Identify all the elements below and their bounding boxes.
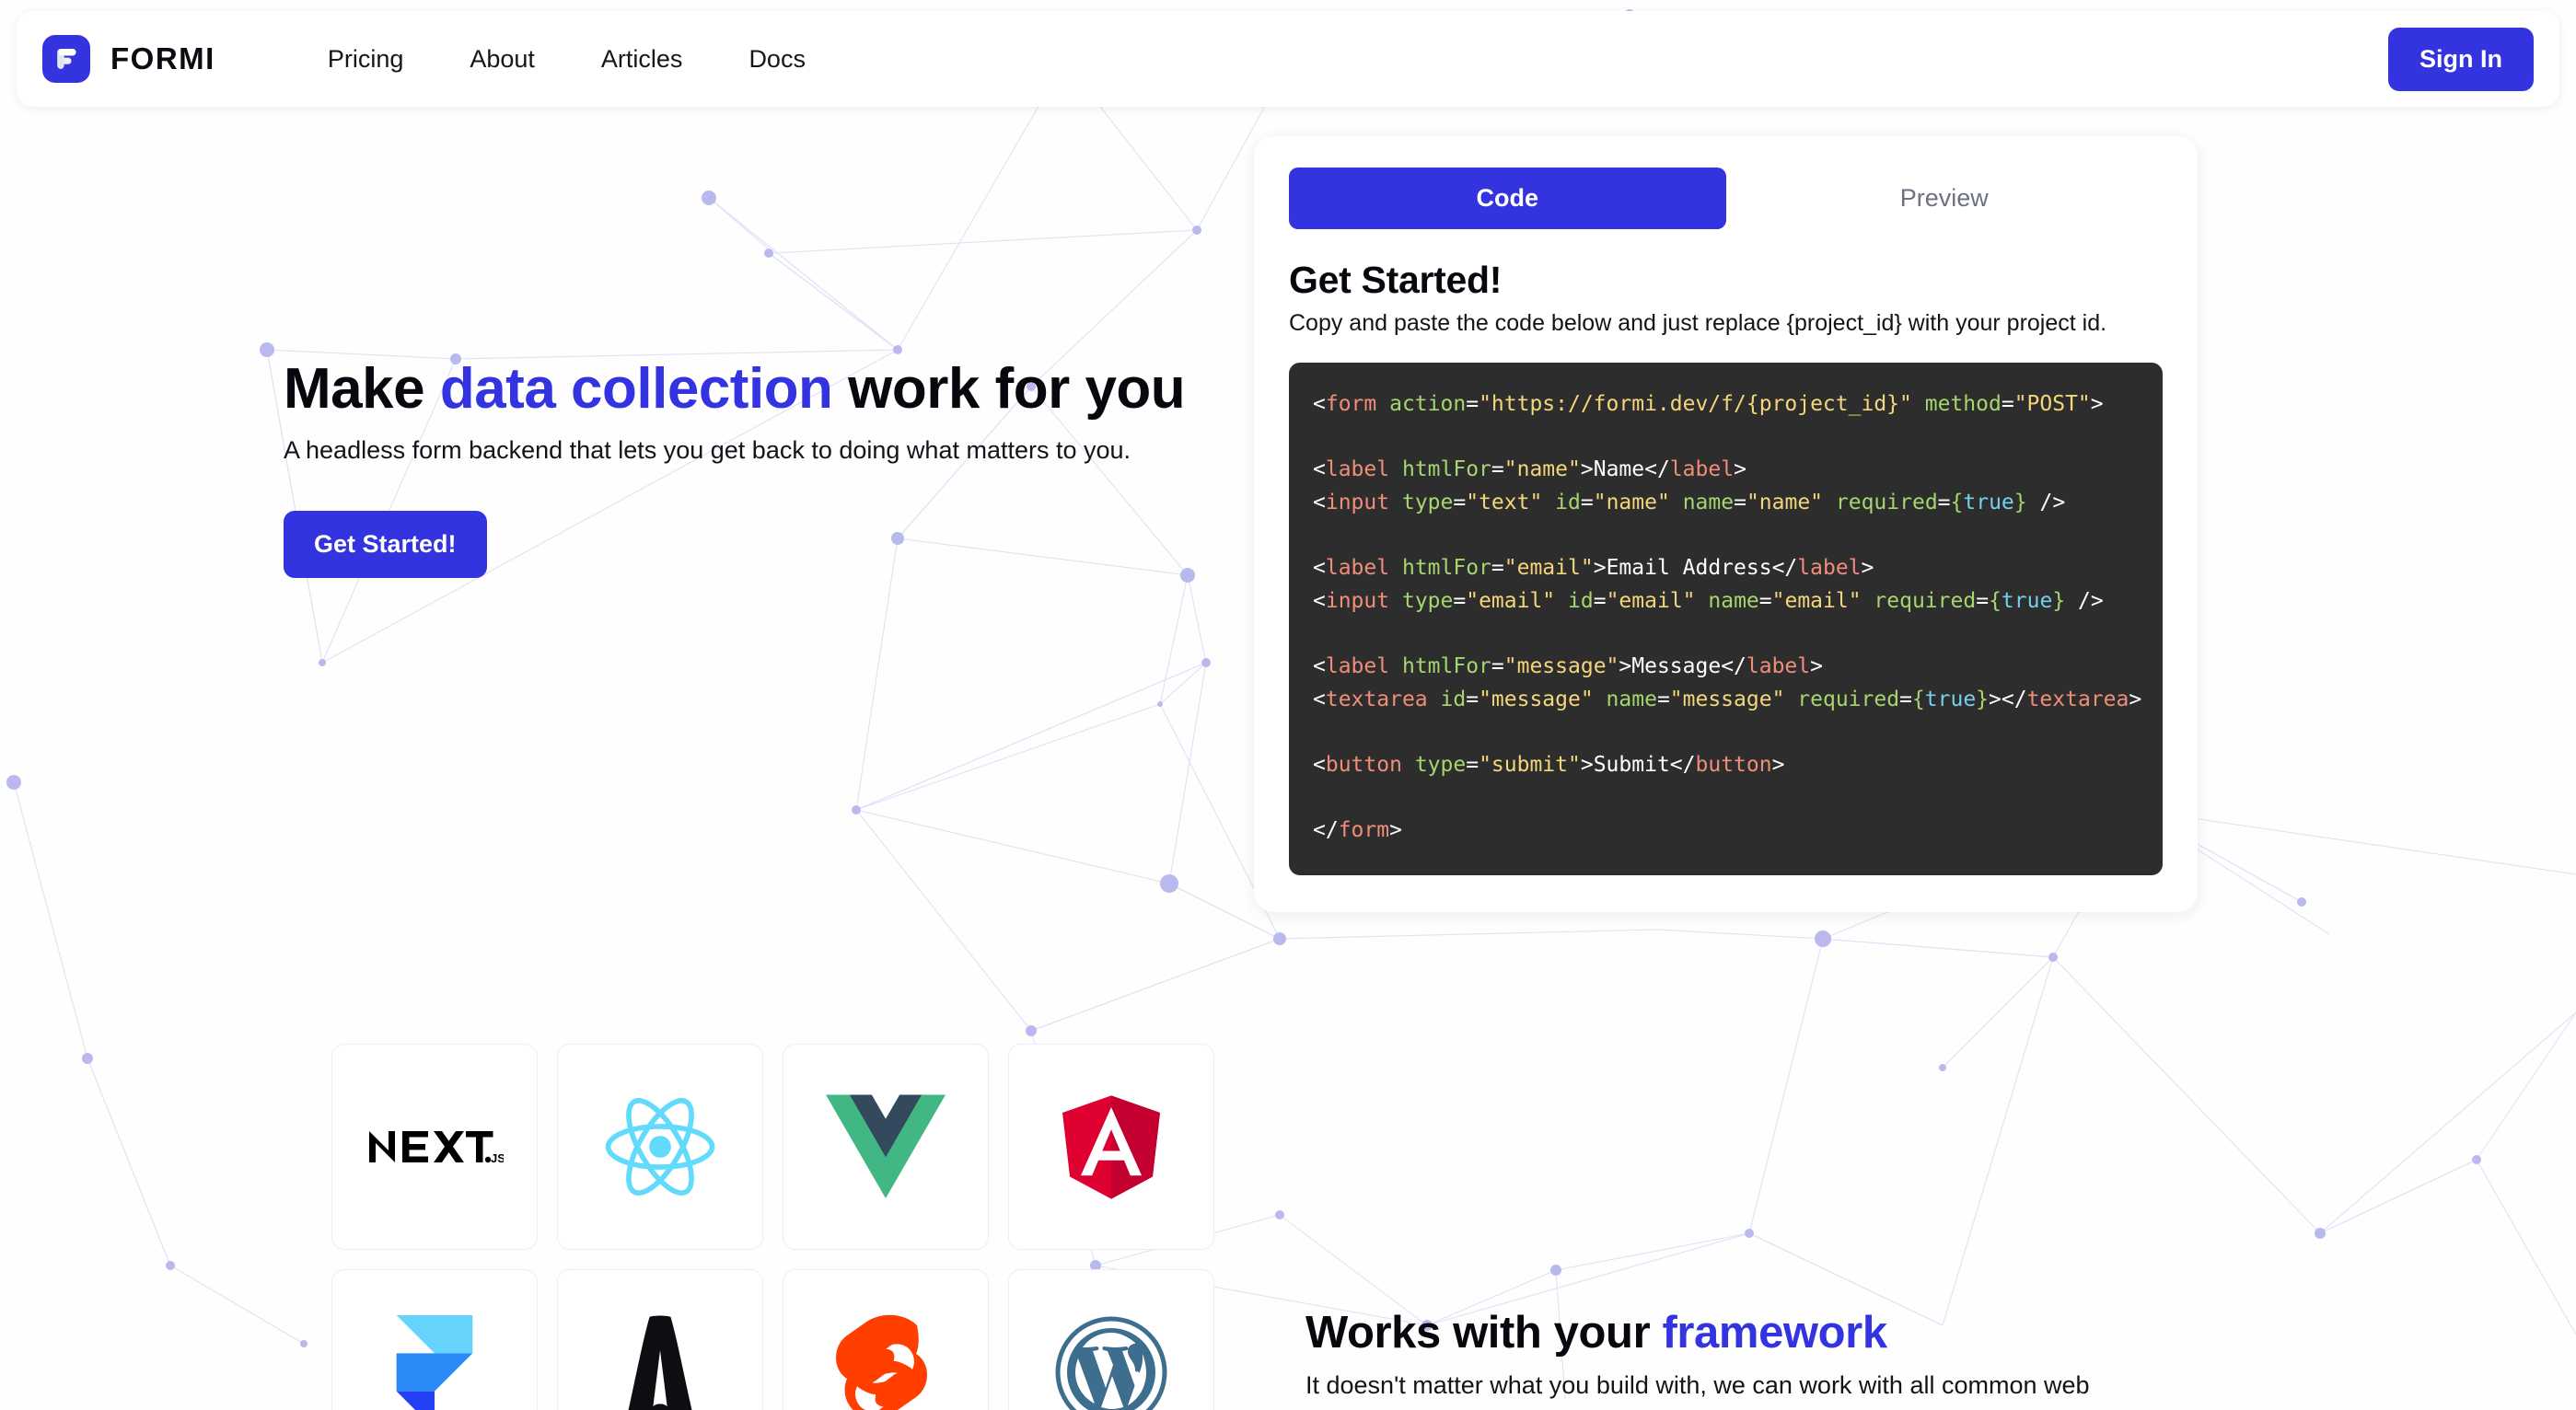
nav-link-about[interactable]: About (436, 45, 568, 74)
framework-card-wordpress[interactable] (1008, 1269, 1214, 1410)
nextjs-logo-icon: JS (366, 1126, 504, 1168)
wordpress-logo-icon (1055, 1316, 1167, 1410)
hero-title: Make data collection work for you (284, 357, 1232, 421)
framework-card-astro[interactable] (557, 1269, 763, 1410)
nav-links: Pricing About Articles Docs (295, 45, 839, 74)
nav-link-pricing[interactable]: Pricing (295, 45, 437, 74)
astro-logo-icon (616, 1315, 704, 1410)
brand-logo[interactable]: FORMI (42, 35, 215, 83)
framework-card-angular[interactable] (1008, 1044, 1214, 1250)
framework-card-vue[interactable] (783, 1044, 989, 1250)
svg-text:JS: JS (491, 1151, 504, 1165)
framework-card-svelte[interactable] (783, 1269, 989, 1410)
formi-f-logo-icon (42, 35, 90, 83)
code-preview-card: Code Preview Get Started! Copy and paste… (1254, 136, 2198, 912)
works-title-part1: Works with your (1305, 1308, 1663, 1358)
code-snippet-content: <form action="https://formi.dev/f/{proje… (1313, 392, 2142, 843)
nav-link-docs[interactable]: Docs (715, 45, 839, 74)
code-panel-description: Copy and paste the code below and just r… (1289, 310, 2107, 336)
hero-title-accent: data collection (439, 357, 833, 421)
code-preview-tabs: Code Preview (1289, 168, 2163, 229)
code-panel-heading: Get Started! (1289, 259, 1503, 301)
works-with-framework-section: Works with your framework It doesn't mat… (1305, 1307, 2364, 1400)
nav-link-articles[interactable]: Articles (568, 45, 716, 74)
hero-title-part1: Make (284, 357, 440, 421)
top-navbar: FORMI Pricing About Articles Docs Sign I… (17, 11, 2559, 107)
framework-card-react[interactable] (557, 1044, 763, 1250)
framework-card-nextjs[interactable]: JS (331, 1044, 538, 1250)
vue-logo-icon (826, 1094, 946, 1199)
react-logo-icon (598, 1091, 723, 1203)
page-root: FORMI Pricing About Articles Docs Sign I… (0, 0, 2576, 1410)
code-snippet[interactable]: <form action="https://formi.dev/f/{proje… (1289, 363, 2163, 875)
tab-code[interactable]: Code (1289, 168, 1726, 229)
works-title: Works with your framework (1305, 1307, 2364, 1358)
framer-logo-icon (395, 1315, 474, 1410)
framework-card-framer[interactable] (331, 1269, 538, 1410)
brand-name: FORMI (110, 41, 215, 75)
hero-section: Make data collection work for you A head… (284, 357, 1232, 578)
angular-logo-icon (1062, 1094, 1160, 1199)
framework-logo-grid: JS (331, 1044, 1214, 1410)
svelte-logo-icon (836, 1314, 935, 1410)
sign-in-button[interactable]: Sign In (2388, 27, 2534, 91)
get-started-button[interactable]: Get Started! (284, 510, 487, 578)
works-description: It doesn't matter what you build with, w… (1305, 1371, 2090, 1399)
hero-title-part2: work for you (832, 357, 1186, 421)
hero-subtitle: A headless form backend that lets you ge… (284, 436, 1131, 465)
tab-preview[interactable]: Preview (1726, 168, 2164, 229)
works-title-accent: framework (1662, 1308, 1887, 1358)
